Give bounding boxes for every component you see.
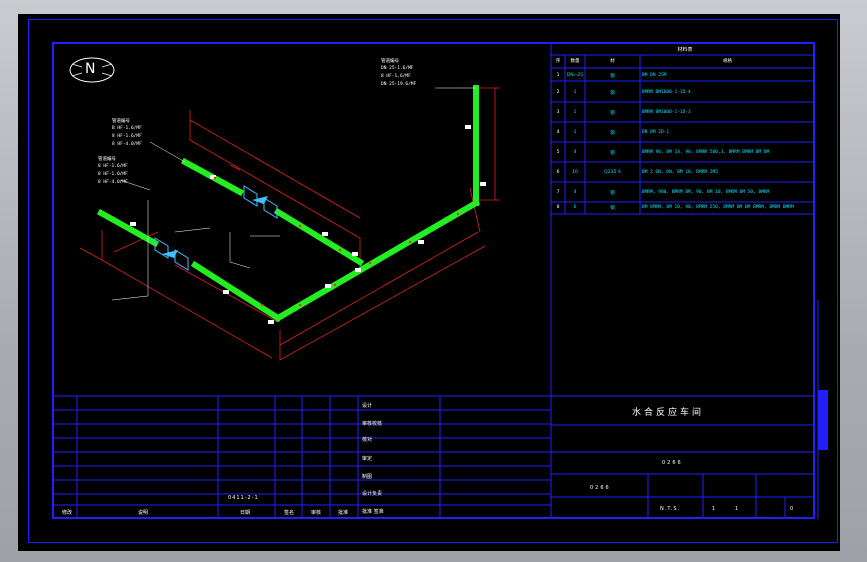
table-cell: BMRM, 900, BMRM BM, 90, BM 10, BMRM BM 5… [642,190,770,195]
project-title: 水合反应车间 [632,408,705,418]
table-cell: DN BM 2D-1 [642,130,670,135]
table-cell: BM BMRM, BM 10, 90, BMRM 250, BMRM BM BM… [642,205,794,210]
table-cell: 4 [573,150,577,155]
table-cell: Q235 A [604,170,621,175]
table-cell: 6 [556,170,560,175]
table-cell: 钢 [610,191,615,196]
table-cell: BMRM BM1000-1-1D-3 [642,110,691,115]
titleblock-mid-label: 设计负责 [362,491,383,497]
table-cell: BM DN 25M [642,73,667,78]
north-label: N [85,61,96,77]
titleblock-mid-label: 审核校核 [362,421,383,427]
table-cell: 1 [556,73,560,78]
label-修改: 修改 [62,510,73,516]
table-cell: DN~25 [566,73,584,78]
titleblock-mid-label: 制图 [362,474,373,480]
table-header: 数量 [570,59,580,64]
table-cell: 1 [573,130,577,135]
side-strip [818,390,828,450]
table-cell: 钢 [610,206,615,211]
titleblock-mid-label: 设计 [362,403,373,409]
pipe-network [96,85,481,323]
table-cell: 钢 [610,111,615,116]
sheet-of: 1 [735,506,739,512]
label-审核: 审核 [311,510,322,516]
pipe-tag-markers [130,125,486,324]
label-签名: 签名 [284,510,295,516]
label-日期: 日期 [240,510,251,516]
table-cell: BMRM 90, BM 18, 90, BMRM 500,3, BMRM BMR… [642,150,770,155]
table-cell: 8 [556,205,560,210]
titleblock-mid-label: 审定 [362,456,373,462]
revision: 0 [790,506,794,512]
table-header: 规格 [723,59,732,64]
table-cell: 钢 [610,91,615,96]
titleblock-mid-label: 核对 [362,437,373,443]
sheet-number: 1 [712,506,716,512]
table-cell: 4 [556,130,560,135]
titleblock-mid-label: 批准 签准 [362,509,384,515]
label-说明: 说明 [138,510,149,516]
label-批准: 批准 [338,510,349,516]
table-cell: 6 [573,205,577,210]
table-title: 材料表 [677,47,693,53]
valve-handle-icon [162,196,268,258]
table-header: 序 [555,59,561,64]
table-cell: 1 [573,110,577,115]
table-cell: 3 [556,110,560,115]
scale: N.T.S. [660,506,681,512]
table-cell: 4 [573,190,577,195]
sub-number: 0266 [590,485,611,491]
left-code: 0411-2-1 [228,495,259,501]
table-cell: 钢 [610,151,615,156]
table-cell: BM 2 DN, DN, BM 10, BMRM 2M3 [642,170,718,175]
table-cell: 7 [556,190,560,195]
table-cell: 钢 [610,131,615,136]
table-cell: 10 [572,170,578,175]
table-cell: 2 [556,90,560,95]
table-header: 材 [610,59,615,64]
table-cell: 钢 [610,74,615,79]
table-cell: BMRM BM1000-1-1D-4 [642,90,691,95]
drawing-number: 0266 [662,460,683,466]
isometric-drawing [52,42,828,519]
table-cell: 5 [556,150,560,155]
table-cell: 1 [573,90,577,95]
